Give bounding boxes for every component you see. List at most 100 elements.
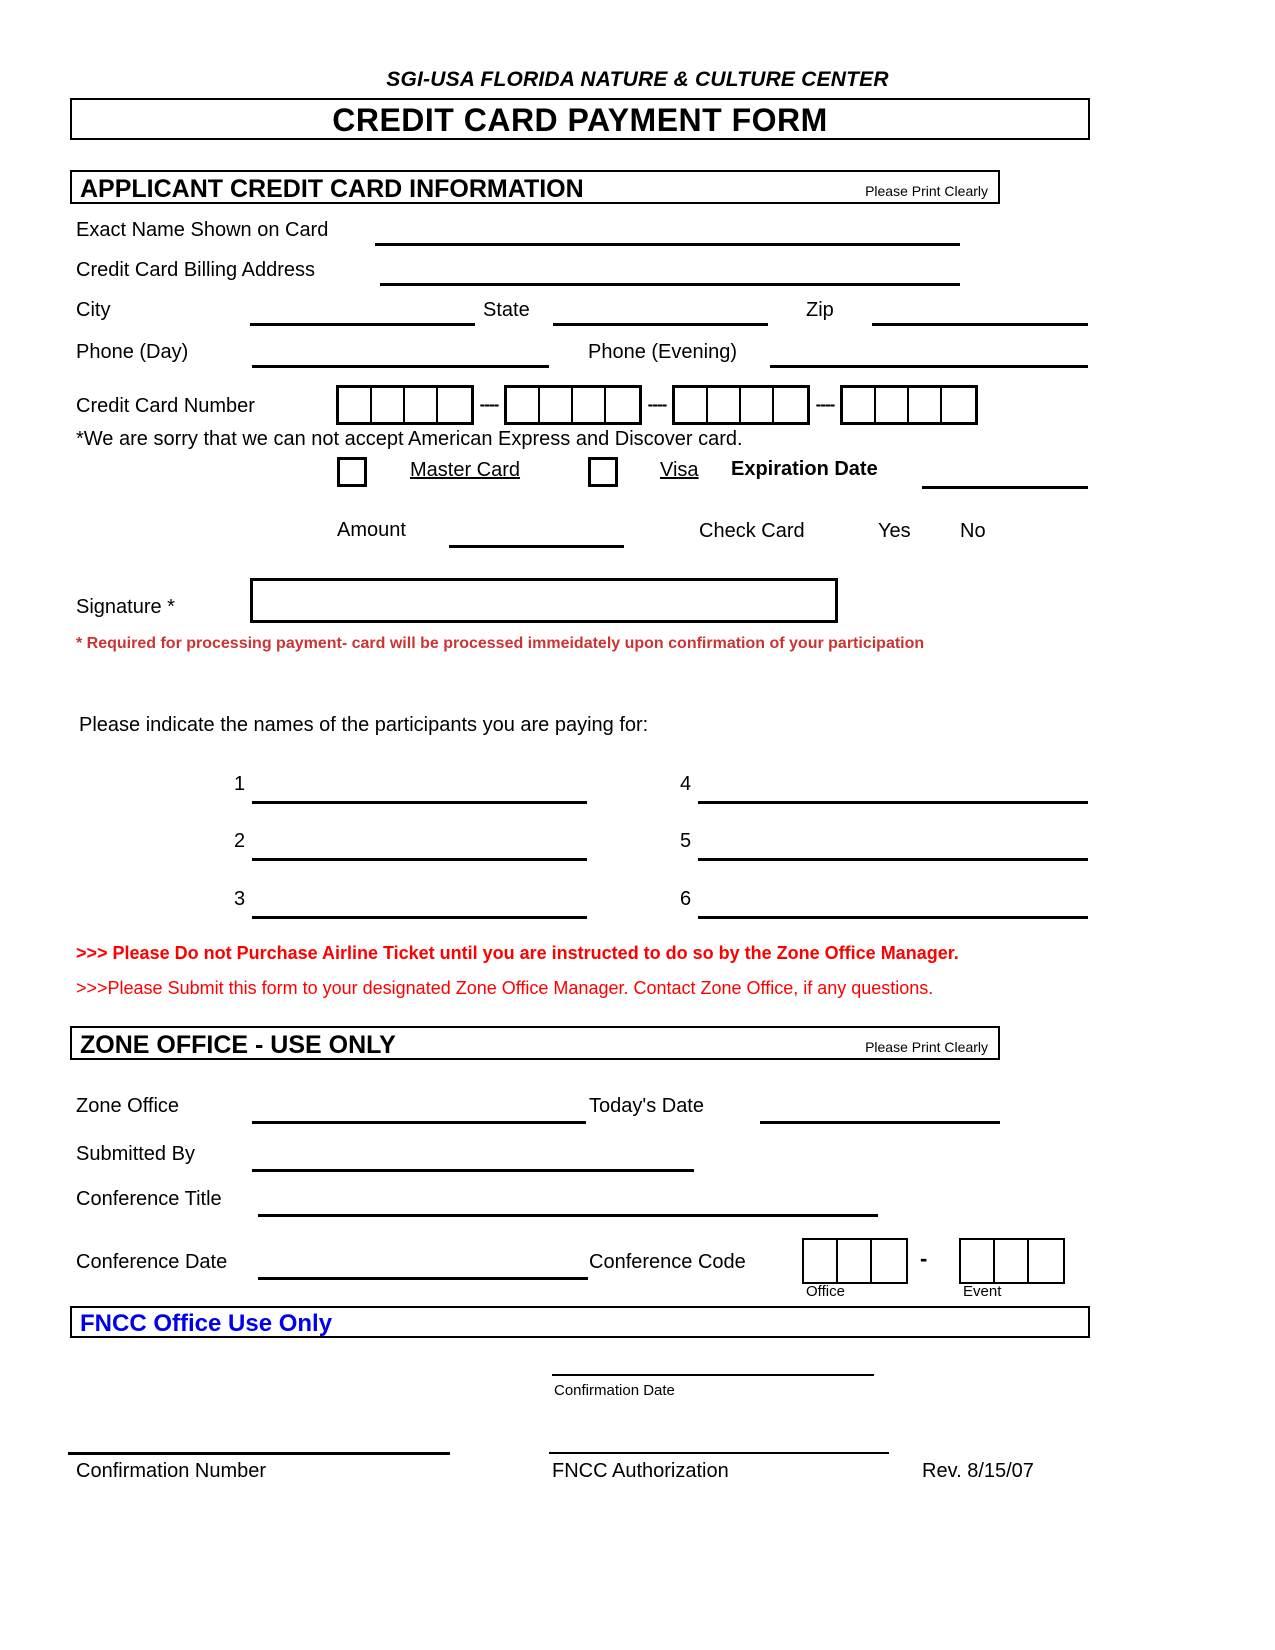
label-billing-address: Credit Card Billing Address <box>76 259 315 281</box>
field-confirmation-number[interactable] <box>68 1452 450 1455</box>
field-phone-evening[interactable] <box>770 365 1088 368</box>
participant-number-3: 3 <box>234 888 246 910</box>
cc-cell[interactable] <box>507 388 540 422</box>
label-submitted-by: Submitted By <box>76 1143 195 1165</box>
cc-group-1[interactable] <box>336 385 474 425</box>
cc-cell[interactable] <box>540 388 573 422</box>
code-cell[interactable] <box>804 1240 838 1282</box>
cc-cell[interactable] <box>339 388 372 422</box>
warning-airline-ticket: >>> Please Do not Purchase Airline Ticke… <box>76 943 959 963</box>
label-zone-office: Zone Office <box>76 1095 180 1117</box>
code-cell[interactable] <box>961 1240 995 1282</box>
cc-cell[interactable] <box>606 388 639 422</box>
field-conference-title[interactable] <box>258 1214 878 1217</box>
cc-group-4[interactable] <box>840 385 978 425</box>
applicant-section-header: APPLICANT CREDIT CARD INFORMATION Please… <box>70 170 1000 204</box>
label-credit-card-number: Credit Card Number <box>76 395 255 417</box>
cc-cell[interactable] <box>876 388 909 422</box>
code-cell[interactable] <box>838 1240 872 1282</box>
field-fncc-authorization[interactable] <box>549 1452 889 1454</box>
field-todays-date[interactable] <box>760 1121 1000 1124</box>
cc-cell[interactable] <box>675 388 708 422</box>
code-cell[interactable] <box>1029 1240 1063 1282</box>
label-office: Office <box>806 1283 845 1300</box>
field-participant-3[interactable] <box>252 916 587 919</box>
field-zip[interactable] <box>872 323 1088 326</box>
signature-required-note: * Required for processing payment- card … <box>76 635 925 652</box>
warning-submit-form: >>>Please Submit this form to your desig… <box>76 978 934 998</box>
cc-separator: ---- <box>479 395 500 414</box>
cc-group-3[interactable] <box>672 385 810 425</box>
participant-number-4: 4 <box>680 773 692 795</box>
zone-office-section-header: ZONE OFFICE - USE ONLY Please Print Clea… <box>70 1026 1000 1060</box>
field-participant-5[interactable] <box>698 858 1088 861</box>
field-amount[interactable] <box>449 545 624 548</box>
label-todays-date: Today's Date <box>589 1095 704 1117</box>
conference-code-event-boxes[interactable] <box>959 1238 1065 1284</box>
participant-number-5: 5 <box>680 830 692 852</box>
fncc-section-header: FNCC Office Use Only <box>70 1306 1090 1338</box>
field-city[interactable] <box>250 323 475 326</box>
field-phone-day[interactable] <box>252 365 549 368</box>
participant-number-1: 1 <box>234 773 246 795</box>
cc-cell[interactable] <box>372 388 405 422</box>
field-expiration-date[interactable] <box>922 486 1088 489</box>
field-billing-address[interactable] <box>380 283 960 286</box>
field-participant-1[interactable] <box>252 801 587 804</box>
checkbox-visa[interactable] <box>588 457 618 487</box>
label-state: State <box>483 299 530 321</box>
conference-code-office-boxes[interactable] <box>802 1238 908 1284</box>
cc-cell[interactable] <box>843 388 876 422</box>
cc-group-2[interactable] <box>504 385 642 425</box>
cc-cell[interactable] <box>774 388 807 422</box>
conference-code-dash: - <box>920 1246 928 1271</box>
field-confirmation-date[interactable] <box>552 1374 874 1376</box>
cc-cell[interactable] <box>708 388 741 422</box>
applicant-print-clearly-note: Please Print Clearly <box>865 183 988 199</box>
credit-card-number-boxes[interactable]: ---- ---- ---- <box>336 385 978 425</box>
field-state[interactable] <box>553 323 768 326</box>
label-confirmation-date: Confirmation Date <box>554 1382 675 1399</box>
field-participant-2[interactable] <box>252 858 587 861</box>
form-title-box: CREDIT CARD PAYMENT FORM <box>70 98 1090 140</box>
form-title: CREDIT CARD PAYMENT FORM <box>332 102 828 138</box>
code-cell[interactable] <box>995 1240 1029 1282</box>
cc-separator: ---- <box>647 395 668 414</box>
label-phone-day: Phone (Day) <box>76 341 189 363</box>
organization-title: SGI-USA FLORIDA NATURE & CULTURE CENTER <box>386 68 889 91</box>
cc-cell[interactable] <box>573 388 606 422</box>
label-conference-title: Conference Title <box>76 1188 222 1210</box>
field-participant-4[interactable] <box>698 801 1088 804</box>
checkbox-master-card[interactable] <box>337 457 367 487</box>
zone-office-section-title: ZONE OFFICE - USE ONLY <box>80 1031 396 1059</box>
participant-number-2: 2 <box>234 830 246 852</box>
cc-separator: ---- <box>815 395 836 414</box>
label-check-card-no[interactable]: No <box>960 520 986 543</box>
applicant-section-title: APPLICANT CREDIT CARD INFORMATION <box>80 175 584 203</box>
field-submitted-by[interactable] <box>252 1169 694 1172</box>
participant-number-6: 6 <box>680 888 692 910</box>
field-participant-6[interactable] <box>698 916 1088 919</box>
label-phone-evening: Phone (Evening) <box>588 341 737 363</box>
cc-cell[interactable] <box>741 388 774 422</box>
label-expiration-date: Expiration Date <box>731 458 878 480</box>
label-event: Event <box>963 1283 1002 1300</box>
label-master-card: Master Card <box>410 459 521 481</box>
cc-cell[interactable] <box>405 388 438 422</box>
label-conference-date: Conference Date <box>76 1251 228 1273</box>
field-zone-office[interactable] <box>252 1121 586 1124</box>
cc-cell[interactable] <box>942 388 975 422</box>
participants-prompt: Please indicate the names of the partici… <box>79 714 649 736</box>
zone-office-print-clearly-note: Please Print Clearly <box>865 1039 988 1055</box>
field-conference-date[interactable] <box>258 1277 588 1280</box>
code-cell[interactable] <box>872 1240 906 1282</box>
label-amount: Amount <box>337 519 406 541</box>
field-signature[interactable] <box>250 578 838 623</box>
label-check-card-yes[interactable]: Yes <box>878 520 911 543</box>
label-conference-code: Conference Code <box>589 1251 746 1273</box>
label-check-card: Check Card <box>699 520 805 542</box>
credit-card-payment-form-page: SGI-USA FLORIDA NATURE & CULTURE CENTER … <box>0 0 1275 1650</box>
cc-cell[interactable] <box>438 388 471 422</box>
cc-cell[interactable] <box>909 388 942 422</box>
field-exact-name[interactable] <box>375 243 960 246</box>
